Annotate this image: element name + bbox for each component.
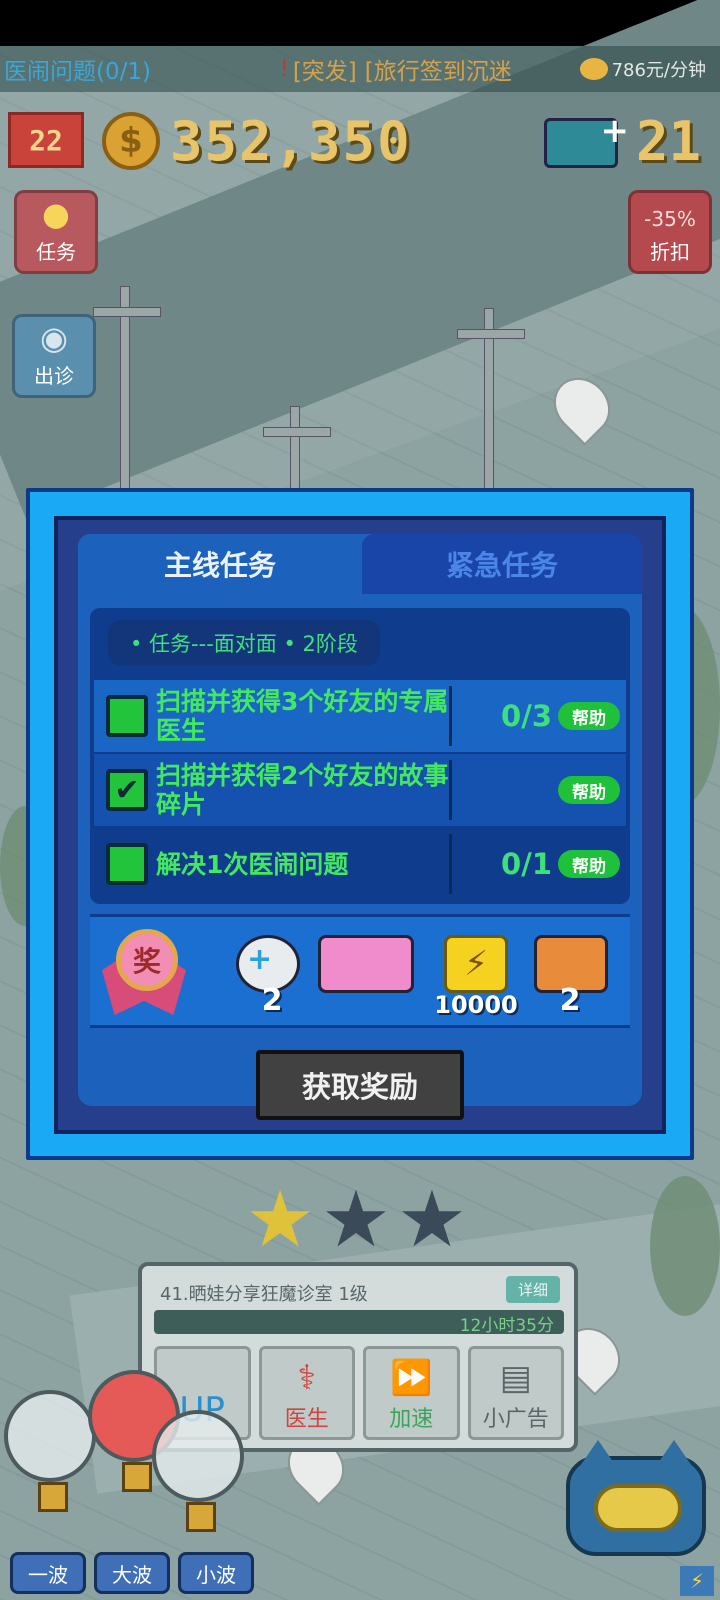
income-rate-value: 786元/分钟: [611, 60, 706, 81]
cat-menu-button[interactable]: [566, 1440, 706, 1556]
cat-face-icon: [594, 1484, 682, 1532]
energy-icon[interactable]: ⚡: [680, 1566, 714, 1596]
reward-ticket[interactable]: 2: [526, 929, 614, 1018]
flyer-button[interactable]: ▤ 小广告: [467, 1346, 564, 1440]
quest-stage-label: • 任务---面对面 • 2阶段: [108, 620, 380, 666]
room-timer-bar: 12小时35分: [154, 1310, 564, 1336]
task-description: 扫描并获得2个好友的故事碎片: [156, 760, 452, 820]
alert-icon: !: [280, 56, 289, 82]
help-button[interactable]: 帮助: [558, 850, 620, 878]
tab-urgent-quest[interactable]: 紧急任务: [362, 534, 642, 594]
sale-percent: -35%: [644, 207, 696, 231]
ticker-medical-dispute[interactable]: 医闹问题(0/1): [0, 52, 280, 86]
bulb-icon: ●: [42, 195, 70, 233]
star-icon-empty: ★: [396, 1175, 467, 1265]
help-button[interactable]: 帮助: [558, 702, 620, 730]
task-progress: 0/1: [501, 847, 552, 881]
room-title: 41.晒娃分享狂魔诊室 1级: [160, 1284, 368, 1305]
reward-count: 2: [559, 983, 581, 1018]
doctor-avatar-icon: ◉: [40, 319, 68, 357]
task-description: 扫描并获得3个好友的专属医生: [156, 686, 452, 746]
room-star-rating: ★ ★ ★: [236, 1180, 476, 1260]
task-dialog-frame: 主线任务 紧急任务 • 任务---面对面 • 2阶段 扫描并获得3个好友的专属医…: [54, 516, 666, 1134]
task-row: ✔ 扫描并获得2个好友的故事碎片 帮助: [94, 754, 626, 826]
wave-one-button[interactable]: 一波: [10, 1552, 86, 1594]
reward-energy[interactable]: ⚡ 10000: [434, 929, 524, 1019]
utility-pole: [93, 286, 161, 496]
map-pin-doctor[interactable]: [542, 366, 622, 446]
reward-strip: 奖 2 ⚡ 10000 2: [90, 914, 630, 1028]
flyer-label: 小广告: [482, 1407, 549, 1432]
doctor-button[interactable]: ⚕ 医生: [258, 1346, 355, 1440]
checkbox-icon-unchecked: [106, 695, 148, 737]
house-call-button[interactable]: ◉ 出诊: [12, 314, 96, 398]
gem-balance: 21: [636, 110, 702, 173]
task-dialog: 主线任务 紧急任务 • 任务---面对面 • 2阶段 扫描并获得3个好友的专属医…: [26, 488, 694, 1160]
help-button[interactable]: 帮助: [558, 776, 620, 804]
task-dialog-content: 主线任务 紧急任务 • 任务---面对面 • 2阶段 扫描并获得3个好友的专属医…: [78, 534, 642, 1120]
task-description: 解决1次医闹问题: [156, 834, 452, 894]
task-list-panel: • 任务---面对面 • 2阶段 扫描并获得3个好友的专属医生 0/3 帮助 ✔…: [90, 608, 630, 904]
bulb-icon-grey: [152, 1410, 244, 1532]
task-button-label: 任务: [36, 240, 76, 264]
task-progress: 0/3: [501, 699, 552, 733]
stethoscope-icon: ⚕: [297, 1358, 316, 1398]
discount-label: 折扣: [650, 240, 690, 264]
medal-icon: 奖: [116, 929, 178, 991]
star-icon-empty: ★: [321, 1175, 391, 1265]
room-detail-button[interactable]: 详细: [505, 1276, 560, 1303]
house-call-label: 出诊: [34, 364, 74, 388]
wave-big-button[interactable]: 大波: [94, 1552, 170, 1594]
flyer-icon: ▤: [499, 1358, 532, 1398]
room-timer: 12小时35分: [459, 1316, 554, 1336]
wave-small-button[interactable]: 小波: [178, 1552, 254, 1594]
story-card-icon: [318, 935, 414, 993]
reward-count: 2: [261, 983, 283, 1018]
doctor-label: 医生: [284, 1407, 329, 1432]
reward-medal: 奖: [98, 929, 186, 1017]
reward-doctor-head[interactable]: 2: [228, 929, 316, 1018]
reward-count: 10000: [434, 991, 518, 1019]
task-button[interactable]: ● 任务: [14, 190, 98, 274]
speed-up-label: 加速: [389, 1407, 434, 1432]
task-row: 解决1次医闹问题 0/1 帮助: [94, 828, 626, 900]
checkbox-icon-checked: ✔: [106, 769, 148, 811]
level-flag[interactable]: 22: [8, 112, 84, 168]
tree: [650, 1176, 720, 1316]
coin-icon: $: [102, 112, 160, 170]
checkbox-icon-unchecked: [106, 843, 148, 885]
ticker-tag: [突发]: [292, 59, 357, 85]
claim-reward-button[interactable]: 获取奖励: [256, 1050, 464, 1120]
piggy-bank-icon: [579, 58, 608, 80]
discount-button[interactable]: -35% 折扣: [628, 190, 712, 274]
news-ticker[interactable]: 医闹问题(0/1) ! [突发] [旅行签到沉迷 786元/分钟: [0, 46, 720, 92]
tab-main-quest[interactable]: 主线任务: [78, 534, 362, 594]
bulb-icon-grey: [4, 1390, 96, 1512]
star-icon-filled: ★: [245, 1175, 316, 1265]
ticker-marquee: [旅行签到沉迷: [364, 59, 512, 85]
reward-story-card[interactable]: [318, 929, 414, 1017]
coin-balance: 352,350: [170, 110, 412, 173]
add-gems-icon[interactable]: [544, 111, 629, 168]
income-rate: 786元/分钟: [579, 56, 720, 82]
fast-forward-icon: ⏩: [390, 1358, 433, 1398]
tab-body: • 任务---面对面 • 2阶段 扫描并获得3个好友的专属医生 0/3 帮助 ✔…: [78, 594, 642, 1120]
task-row: 扫描并获得3个好友的专属医生 0/3 帮助: [94, 680, 626, 752]
lightning-icon: ⚡: [444, 935, 508, 993]
wave-bulbs: [4, 1370, 264, 1532]
speed-up-button[interactable]: ⏩ 加速: [363, 1346, 460, 1440]
